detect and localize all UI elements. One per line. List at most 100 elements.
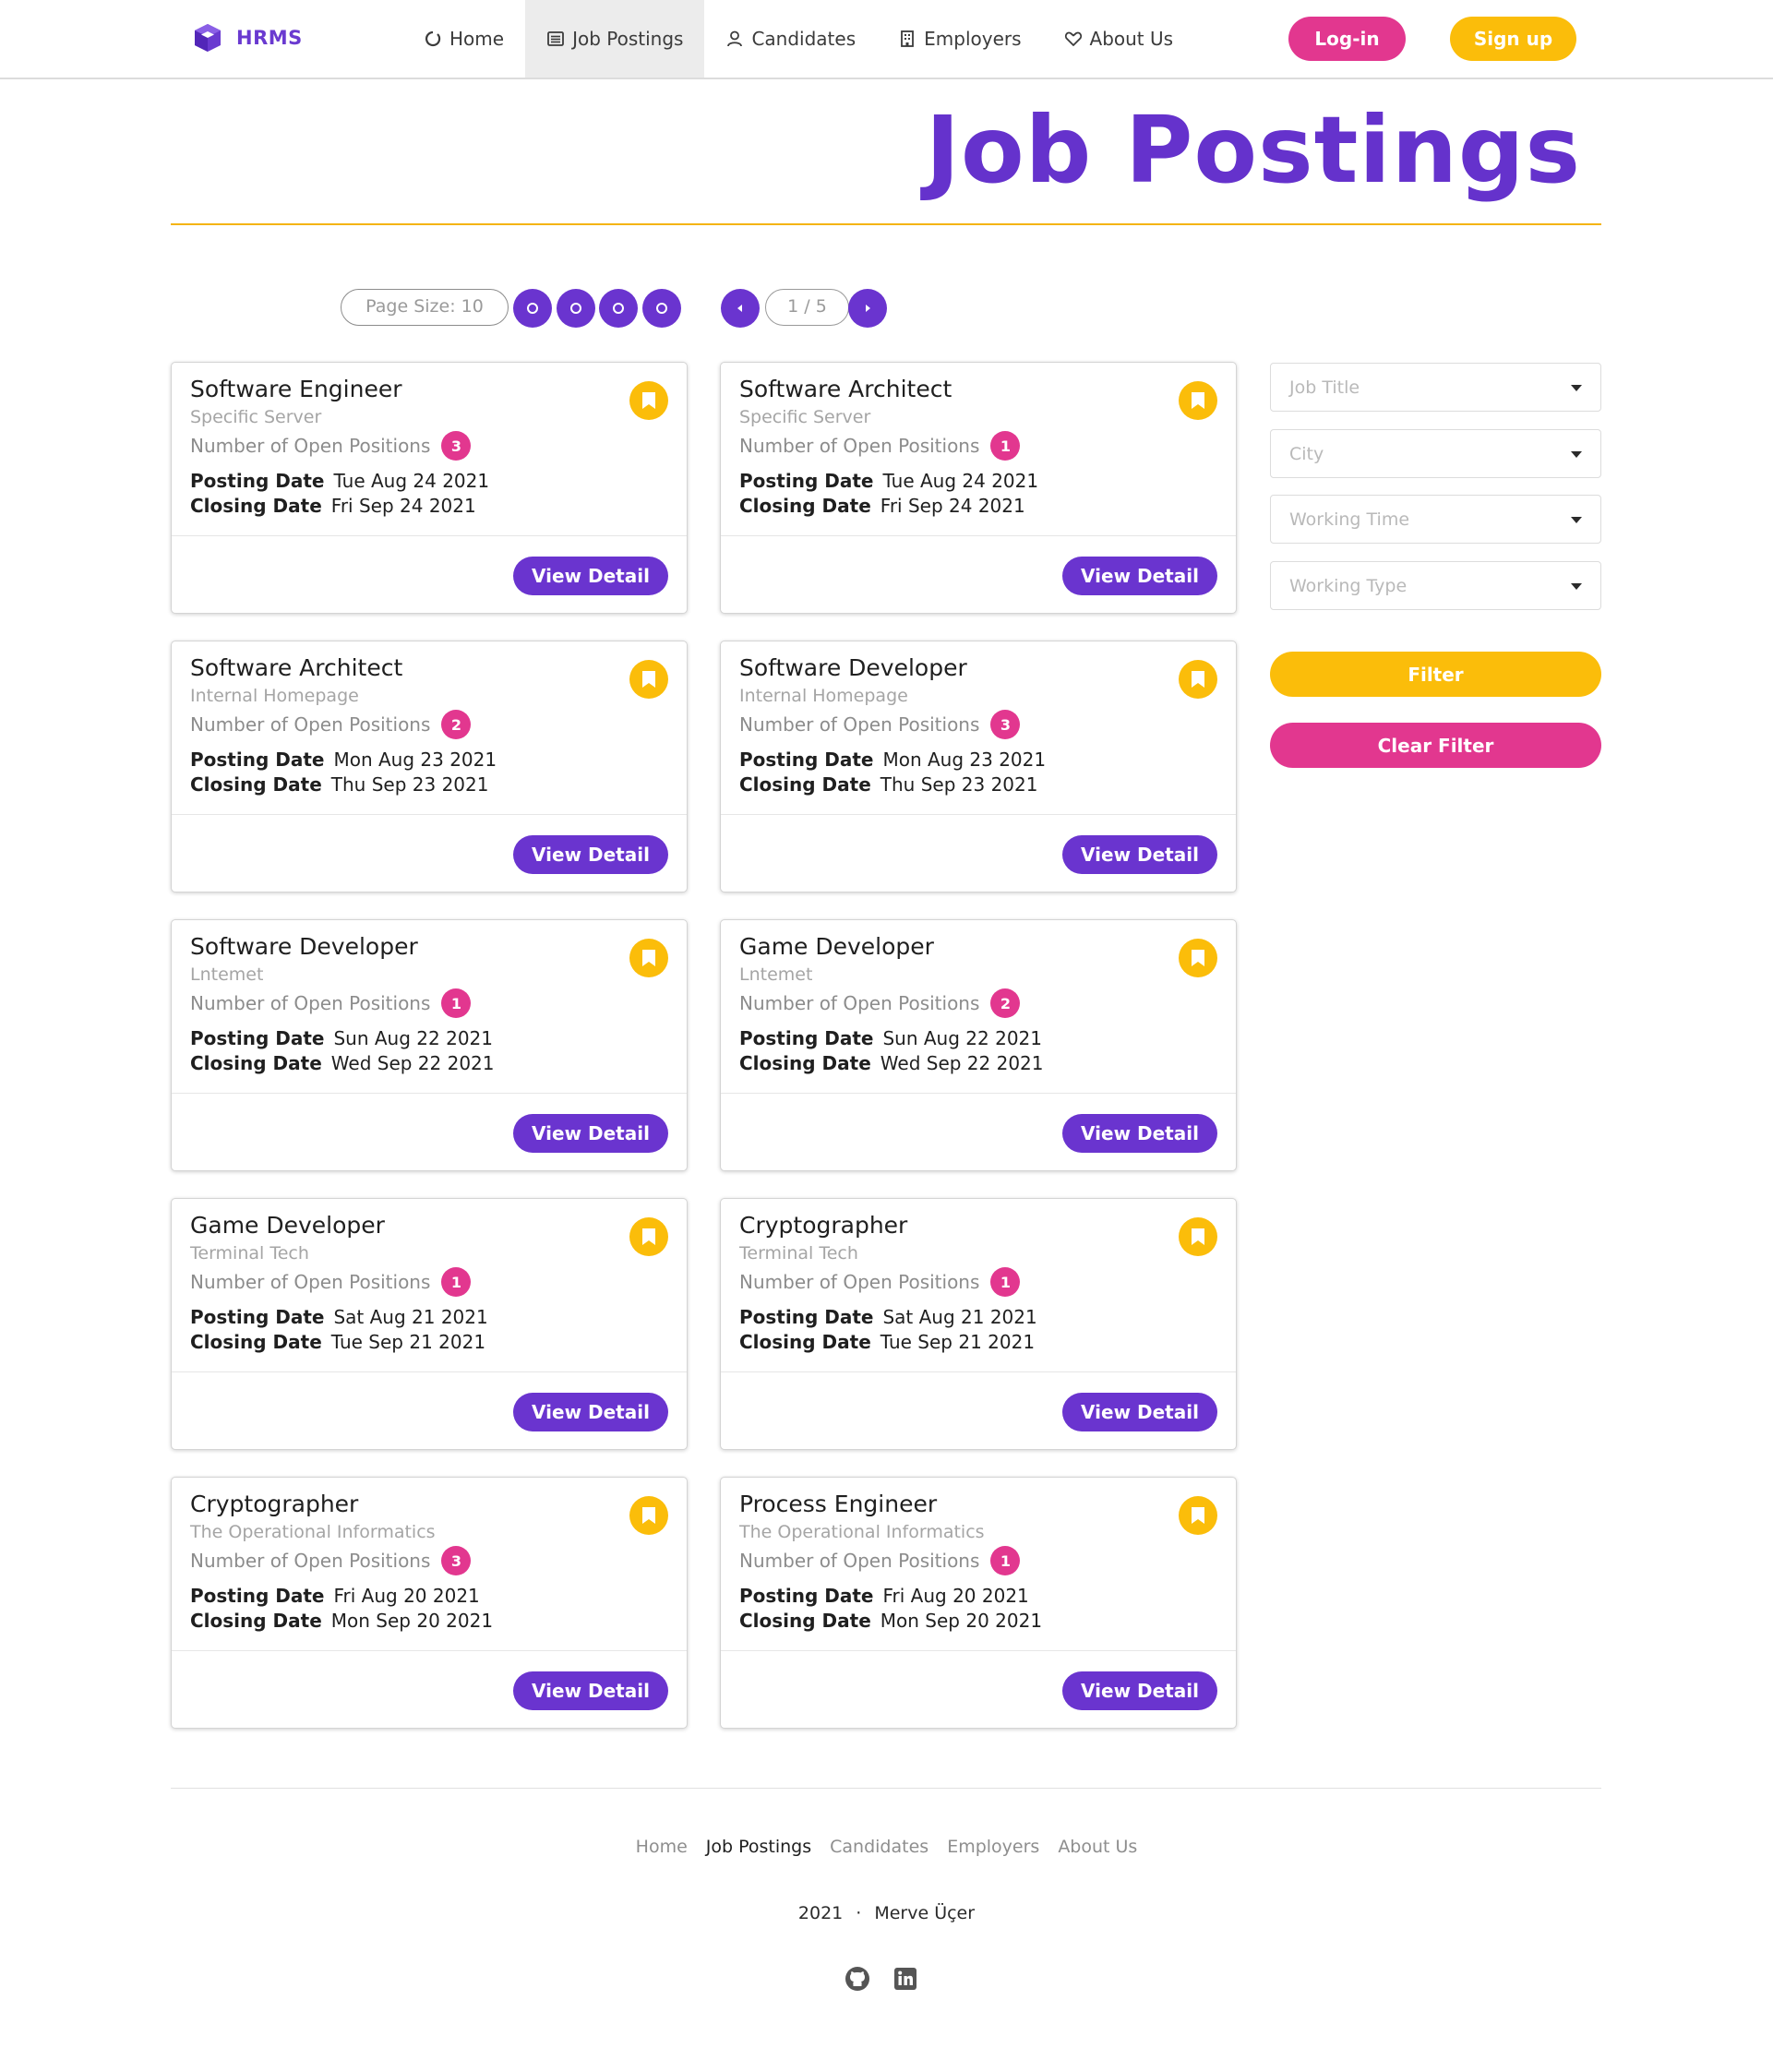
footer-link-about-us[interactable]: About Us bbox=[1058, 1837, 1137, 1857]
employer-name: Specific Server bbox=[739, 407, 871, 427]
job-card-body: Game Developer Terminal Tech Number of Ope… bbox=[172, 1199, 687, 1372]
prev-page-button[interactable] bbox=[721, 289, 760, 328]
bookmark-button[interactable] bbox=[1179, 939, 1217, 977]
job-title-select[interactable]: Job Title bbox=[1270, 363, 1601, 412]
view-detail-button[interactable]: View Detail bbox=[513, 835, 668, 874]
bookmark-button[interactable] bbox=[1179, 381, 1217, 420]
city-select[interactable]: City bbox=[1270, 429, 1601, 478]
posting-date-value: Tue Aug 24 2021 bbox=[333, 470, 490, 492]
login-button[interactable]: Log-in bbox=[1288, 17, 1406, 61]
page-size-option-4[interactable] bbox=[642, 289, 681, 328]
bookmark-button[interactable] bbox=[629, 939, 668, 977]
open-positions-label: Number of Open Positions bbox=[190, 1550, 431, 1572]
chevron-down-icon bbox=[1571, 451, 1582, 458]
posting-date-label: Posting Date bbox=[190, 1027, 325, 1049]
view-detail-button[interactable]: View Detail bbox=[1062, 557, 1217, 595]
posting-date-row: Posting Date Mon Aug 23 2021 bbox=[739, 749, 1046, 771]
brand-logo[interactable]: HRMS bbox=[192, 22, 303, 54]
posting-date-label: Posting Date bbox=[190, 470, 325, 492]
clear-filter-button[interactable]: Clear Filter bbox=[1270, 723, 1601, 768]
view-detail-button[interactable]: View Detail bbox=[1062, 835, 1217, 874]
working-type-select[interactable]: Working Type bbox=[1270, 561, 1601, 610]
footer-link-employers[interactable]: Employers bbox=[947, 1837, 1039, 1857]
job-title: Software Architect bbox=[739, 376, 952, 402]
signup-button[interactable]: Sign up bbox=[1450, 17, 1576, 61]
view-detail-button[interactable]: View Detail bbox=[513, 1393, 668, 1431]
footer-links: Home Job Postings Candidates Employers A… bbox=[0, 1837, 1773, 1857]
list-icon bbox=[547, 31, 564, 46]
closing-date-row: Closing Date Thu Sep 23 2021 bbox=[739, 773, 1037, 796]
open-positions-row: Number of Open Positions 1 bbox=[739, 431, 1021, 461]
posting-date-value: Mon Aug 23 2021 bbox=[882, 749, 1047, 771]
posting-date-value: Sat Aug 21 2021 bbox=[333, 1306, 488, 1328]
nav-about-us[interactable]: About Us bbox=[1043, 0, 1195, 78]
job-card-body: Cryptographer The Operational Informatics… bbox=[172, 1478, 687, 1651]
posting-date-value: Sun Aug 22 2021 bbox=[882, 1027, 1042, 1049]
nav-employers[interactable]: Employers bbox=[877, 0, 1042, 78]
nav-candidates[interactable]: Candidates bbox=[704, 0, 877, 78]
job-card: Process Engineer The Operational Informat… bbox=[720, 1477, 1237, 1729]
page-size-option-2[interactable] bbox=[557, 289, 595, 328]
view-detail-button[interactable]: View Detail bbox=[513, 557, 668, 595]
nav-candidates-label: Candidates bbox=[751, 28, 857, 50]
closing-date-label: Closing Date bbox=[739, 495, 871, 517]
footer-link-home[interactable]: Home bbox=[636, 1837, 688, 1857]
bookmark-icon bbox=[642, 950, 655, 966]
closing-date-row: Closing Date Tue Sep 21 2021 bbox=[739, 1331, 1035, 1353]
next-page-button[interactable] bbox=[848, 289, 887, 328]
closing-date-label: Closing Date bbox=[190, 773, 322, 796]
nav-job-postings[interactable]: Job Postings bbox=[525, 0, 705, 78]
footer-author: Merve Üçer bbox=[874, 1903, 976, 1923]
bookmark-button[interactable] bbox=[1179, 1496, 1217, 1535]
nav-menu: Home Job Postings Candidates Employers A… bbox=[402, 0, 1194, 78]
bookmark-icon bbox=[1192, 1228, 1204, 1245]
closing-date-value: Thu Sep 23 2021 bbox=[880, 773, 1038, 796]
bookmark-button[interactable] bbox=[629, 381, 668, 420]
linkedin-icon[interactable] bbox=[892, 1965, 919, 1993]
job-title: Software Developer bbox=[739, 654, 967, 681]
closing-date-row: Closing Date Wed Sep 22 2021 bbox=[739, 1052, 1044, 1074]
bookmark-button[interactable] bbox=[629, 1496, 668, 1535]
view-detail-button[interactable]: View Detail bbox=[513, 1671, 668, 1710]
view-detail-button[interactable]: View Detail bbox=[513, 1114, 668, 1153]
bookmark-button[interactable] bbox=[1179, 1217, 1217, 1256]
open-positions-row: Number of Open Positions 3 bbox=[190, 431, 472, 461]
open-positions-row: Number of Open Positions 2 bbox=[190, 710, 472, 739]
open-positions-badge: 2 bbox=[441, 710, 472, 739]
filter-button[interactable]: Filter bbox=[1270, 652, 1601, 697]
posting-date-label: Posting Date bbox=[739, 470, 874, 492]
closing-date-row: Closing Date Mon Sep 20 2021 bbox=[190, 1610, 493, 1632]
bookmark-button[interactable] bbox=[629, 1217, 668, 1256]
open-positions-badge: 1 bbox=[441, 988, 472, 1018]
view-detail-button[interactable]: View Detail bbox=[1062, 1393, 1217, 1431]
view-detail-button[interactable]: View Detail bbox=[1062, 1114, 1217, 1153]
closing-date-row: Closing Date Fri Sep 24 2021 bbox=[739, 495, 1025, 517]
posting-date-value: Mon Aug 23 2021 bbox=[333, 749, 497, 771]
footer-link-candidates[interactable]: Candidates bbox=[830, 1837, 928, 1857]
posting-date-value: Tue Aug 24 2021 bbox=[882, 470, 1039, 492]
bookmark-button[interactable] bbox=[629, 660, 668, 699]
posting-date-value: Sat Aug 21 2021 bbox=[882, 1306, 1037, 1328]
open-positions-badge: 1 bbox=[990, 431, 1021, 461]
job-card-body: Software Developer Lntemet Number of Open … bbox=[172, 920, 687, 1094]
nav-home[interactable]: Home bbox=[402, 0, 525, 78]
page-size-option-1[interactable] bbox=[513, 289, 552, 328]
job-card-body: Game Developer Lntemet Number of Open Posi… bbox=[721, 920, 1236, 1094]
job-card: Software Developer Lntemet Number of Open … bbox=[171, 919, 688, 1171]
footer-divider bbox=[171, 1788, 1601, 1789]
view-detail-button[interactable]: View Detail bbox=[1062, 1671, 1217, 1710]
bookmark-button[interactable] bbox=[1179, 660, 1217, 699]
github-icon[interactable] bbox=[844, 1965, 871, 1993]
job-card-body: Software Developer Internal Homepage Numbe… bbox=[721, 641, 1236, 815]
working-time-select[interactable]: Working Time bbox=[1270, 495, 1601, 544]
page-size-option-3[interactable] bbox=[599, 289, 638, 328]
bookmark-icon bbox=[642, 1228, 655, 1245]
job-title: Game Developer bbox=[190, 1212, 385, 1239]
closing-date-label: Closing Date bbox=[739, 1052, 871, 1074]
chevron-down-icon bbox=[1571, 583, 1582, 590]
closing-date-value: Mon Sep 20 2021 bbox=[880, 1610, 1043, 1632]
job-card: Software Architect Specific Server Number … bbox=[720, 362, 1237, 614]
chevron-down-icon bbox=[1571, 385, 1582, 391]
job-card-body: Software Engineer Specific Server Number o… bbox=[172, 363, 687, 536]
footer-link-job-postings[interactable]: Job Postings bbox=[706, 1837, 811, 1857]
